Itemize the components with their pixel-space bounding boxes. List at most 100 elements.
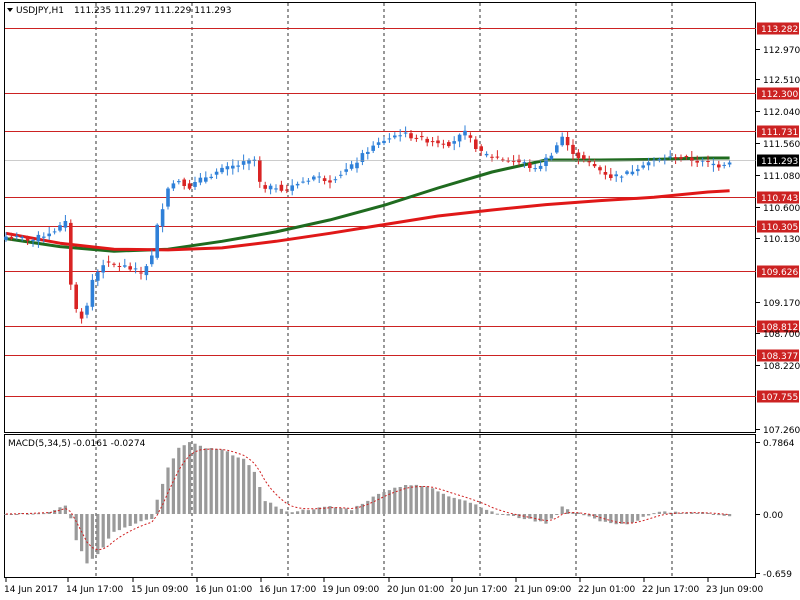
macd-bar	[431, 488, 435, 514]
macd-bar	[188, 442, 192, 514]
candle-body	[317, 176, 321, 178]
candle-body	[236, 165, 240, 167]
candle-body	[198, 177, 203, 183]
macd-bar	[641, 514, 645, 517]
macd-bar	[398, 487, 402, 514]
candle-body	[614, 174, 618, 177]
macd-axis: 0.7864 0.00 -0.659	[756, 439, 795, 580]
candle-body	[668, 156, 672, 158]
macd-bar	[425, 486, 429, 514]
macd-bar	[90, 514, 94, 559]
ma-slow-line	[5, 189, 730, 252]
candle-body	[312, 176, 316, 180]
macd-bar	[582, 514, 586, 516]
macd-bar	[420, 486, 424, 514]
macd-bar	[333, 507, 337, 514]
candle-body	[106, 261, 111, 263]
macd-bar	[711, 514, 715, 515]
candle-body	[155, 224, 159, 258]
macd-bar	[117, 514, 121, 531]
candle-body	[587, 161, 591, 163]
macd-bar	[101, 514, 105, 548]
macd-bar	[215, 448, 219, 514]
moving-averages	[5, 156, 730, 253]
price-tick-label: 108.220	[763, 362, 800, 372]
time-axis: 14 Jun 2017 14 Jun 17:00 15 Jun 09:00 16 Ju…	[4, 578, 763, 595]
macd-bar	[128, 514, 132, 526]
candle-body	[4, 236, 8, 240]
macd-bar	[479, 507, 483, 514]
price-tick-label: 107.260	[763, 426, 800, 436]
candle-body	[555, 145, 559, 153]
candle-body	[398, 135, 402, 137]
macd-bar	[155, 499, 159, 514]
macd-bar	[306, 510, 310, 514]
candle-body	[58, 225, 62, 231]
macd-bar	[447, 496, 451, 514]
candle-body	[609, 174, 613, 178]
candlesticks	[4, 125, 732, 324]
candle-body	[468, 135, 473, 138]
candle-body	[322, 178, 327, 181]
macd-label: MACD(5,34,5)	[8, 439, 71, 449]
candle-body	[646, 162, 651, 166]
macd-bar	[566, 509, 570, 514]
macd-bar	[301, 509, 305, 514]
time-tick-label: 16 Jun 17:00	[259, 585, 316, 595]
candle-body	[484, 153, 489, 156]
candle-body	[128, 266, 132, 270]
macd-bar	[350, 510, 354, 514]
candle-body	[171, 183, 176, 189]
macd-bar	[463, 500, 467, 514]
candle-body	[295, 183, 300, 186]
candle-body	[214, 171, 219, 175]
candle-body	[25, 237, 30, 241]
macd-bar	[436, 491, 440, 514]
macd-values: -0.0161 -0.0274	[73, 439, 146, 449]
macd-bar	[485, 509, 489, 514]
candle-body	[166, 188, 170, 207]
macd-bar	[231, 455, 235, 514]
candle-body	[263, 185, 267, 189]
candle-body	[387, 138, 392, 140]
macd-bar	[339, 508, 343, 514]
level-price-label: 110.743	[761, 194, 798, 204]
time-tick-label: 23 Jun 09:00	[706, 585, 763, 595]
macd-bar	[517, 514, 521, 519]
macd-bar	[258, 487, 262, 514]
candle-body	[123, 265, 127, 267]
price-tick-label: 111.080	[763, 172, 800, 182]
time-tick-label: 14 Jun 2017	[4, 585, 58, 595]
macd-bar	[134, 514, 138, 524]
macd-bar	[279, 508, 283, 514]
candle-body	[630, 171, 635, 175]
candle-body	[549, 155, 554, 160]
level-price-label: 109.626	[761, 268, 798, 278]
chevron-down-icon[interactable]	[7, 8, 13, 12]
time-tick-label: 20 Jun 01:00	[387, 585, 444, 595]
macd-bar	[409, 485, 413, 514]
candle-body	[333, 179, 338, 181]
candle-body	[679, 157, 683, 159]
candle-body	[457, 134, 462, 142]
candle-body	[355, 162, 359, 169]
macd-bar	[636, 514, 640, 521]
candle-body	[231, 165, 235, 169]
candle-body	[528, 162, 532, 168]
candle-body	[36, 234, 41, 242]
macd-bar	[144, 514, 148, 520]
price-tick-label: 109.170	[763, 299, 800, 309]
macd-bar	[614, 514, 618, 525]
candle-body	[544, 157, 548, 166]
macd-bar	[269, 502, 273, 514]
macd-bar	[452, 497, 456, 514]
macd-bar	[371, 496, 375, 514]
macd-bar	[220, 449, 224, 514]
macd-bar	[609, 514, 613, 524]
candle-body	[463, 130, 467, 136]
macd-bar	[74, 514, 78, 541]
candle-body	[344, 169, 348, 172]
candle-body	[727, 162, 732, 165]
macd-bar	[274, 506, 278, 514]
macd-bar	[285, 511, 289, 514]
